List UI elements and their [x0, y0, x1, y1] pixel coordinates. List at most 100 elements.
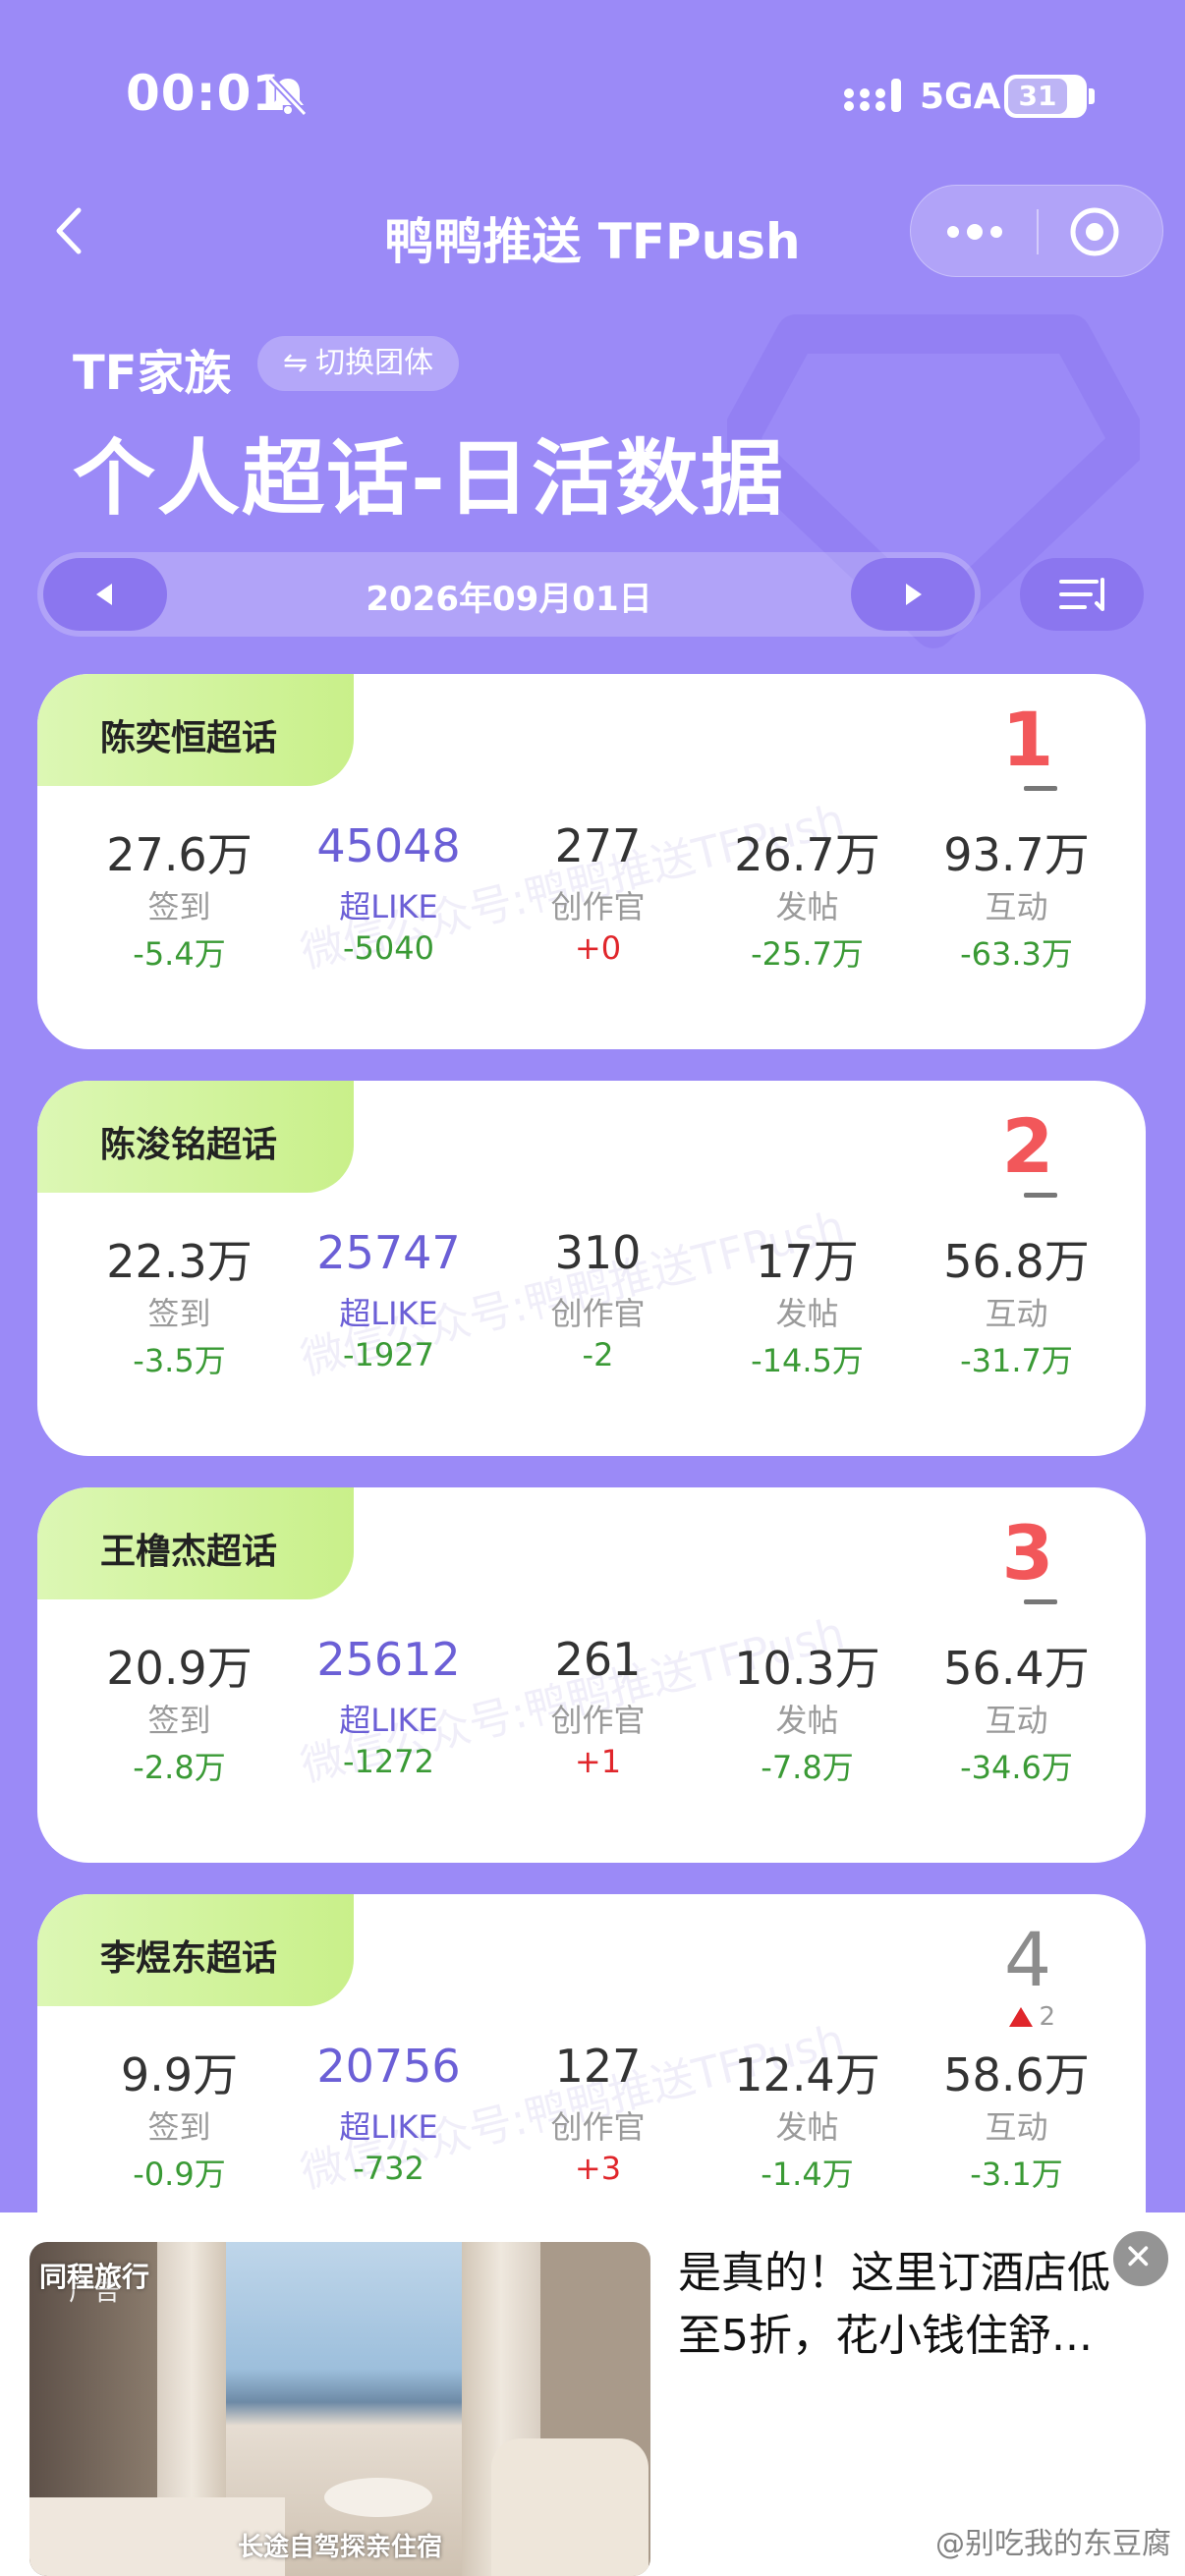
ad-banner[interactable]: 广告 同程旅行 长途自驾探亲住宿 是真的！这里订酒店低至5折，花小钱住舒... …	[0, 2212, 1185, 2576]
swap-icon: ⇋	[283, 346, 309, 380]
stat-label: 签到	[147, 1702, 211, 1739]
stat-item: 10.3万发帖 -7.8万	[703, 1633, 912, 1788]
stat-label: 发帖	[775, 888, 839, 925]
rank-unchanged-icon	[1024, 786, 1057, 791]
stat-value: 56.8万	[943, 1235, 1090, 1288]
stat-item: 127 创作官 +3	[493, 2040, 703, 2195]
stat-item: 58.6万 互动 -3.1万	[912, 2040, 1121, 2195]
stat-item: 17万发帖 -14.5万	[703, 1226, 912, 1381]
battery-level: 31	[1008, 79, 1067, 114]
stat-label: 互动	[985, 888, 1048, 925]
target-close-icon[interactable]	[1068, 205, 1121, 258]
current-date[interactable]: 2026年09月01日	[37, 572, 981, 620]
stat-value: 25612	[316, 1633, 461, 1686]
stat-value: 10.3万	[734, 1642, 880, 1695]
stat-item: 56.8万 互动 -31.7万	[912, 1226, 1121, 1381]
stat-delta: +3	[574, 2150, 622, 2187]
stat-item: 56.4万 互动 -34.6万	[912, 1633, 1121, 1788]
stat-delta: -3.5万	[133, 1342, 226, 1379]
sort-button[interactable]	[1020, 558, 1144, 631]
stat-item: 25612 超LIKE -1272	[284, 1633, 493, 1788]
stats-row: 9.9万 签到 -0.9万 20756 超LIKE -732 127 创作官 +3 12.4万 发帖…	[37, 2040, 1146, 2195]
stat-value: 12.4万	[734, 2048, 880, 2101]
stat-item: 20756 超LIKE -732	[284, 2040, 493, 2195]
sort-icon	[1059, 578, 1104, 611]
rank-change: 2	[1009, 2002, 1055, 2032]
stat-item: 25747 超LIKE -1927	[284, 1226, 493, 1381]
rank-number: 4	[1003, 1916, 1052, 2003]
stat-delta: -1927	[343, 1336, 434, 1373]
stat-delta: -5040	[343, 929, 434, 967]
weibo-watermark: @别吃我的东豆腐	[935, 2527, 1171, 2561]
stat-label: 互动	[985, 1702, 1048, 1739]
stat-label: 超LIKE	[339, 2108, 438, 2146]
stat-delta: -7.8万	[761, 1749, 854, 1786]
family-name: TF家族	[73, 346, 232, 401]
stat-label: 签到	[147, 888, 211, 925]
stat-label: 超LIKE	[339, 1702, 438, 1739]
rank-unchanged-icon	[1024, 1193, 1057, 1198]
stat-value: 27.6万	[106, 828, 253, 881]
stat-delta: -63.3万	[960, 935, 1073, 973]
stat-delta: -25.7万	[751, 935, 864, 973]
card-title-tag: 李煜东超话	[37, 1894, 354, 2006]
rank-number: 3	[1001, 1509, 1054, 1596]
stat-item: 22.3万 签到 -3.5万	[75, 1226, 284, 1381]
stat-label: 创作官	[550, 2108, 646, 2146]
status-bar: 00:01 5GA 31	[0, 0, 1185, 196]
ad-brand: 同程旅行	[39, 2261, 150, 2293]
stat-value: 261	[554, 1633, 642, 1686]
super-topic-card[interactable]: 微信公众号:鸭鸭推送TFPush 陈奕恒超话 1 27.6万 签到 -5.4万 45048 超…	[37, 674, 1146, 1049]
card-title: 陈浚铭超话	[100, 1125, 278, 1165]
stat-delta: -0.9万	[133, 2156, 226, 2193]
card-title: 李煜东超话	[100, 1938, 278, 1979]
stat-label: 发帖	[775, 1295, 839, 1332]
stat-delta: -14.5万	[751, 1342, 864, 1379]
stat-delta: -1.4万	[761, 2156, 854, 2193]
stat-value: 17万	[756, 1235, 859, 1288]
stat-delta: +1	[574, 1743, 622, 1780]
stat-value: 127	[554, 2040, 642, 2093]
rank-up-icon	[1009, 2007, 1034, 2027]
stat-label: 签到	[147, 1295, 211, 1332]
stat-label: 发帖	[775, 2108, 839, 2146]
network-type: 5GA	[920, 77, 1001, 117]
ad-caption: 长途自驾探亲住宿	[237, 2533, 442, 2562]
date-selector: 2026年09月01日	[37, 552, 981, 637]
mini-program-capsule	[910, 185, 1163, 277]
page-title: 个人超话-日活数据	[73, 430, 785, 527]
status-time: 00:01	[126, 65, 288, 122]
next-day-button[interactable]	[851, 558, 975, 631]
stat-value: 58.6万	[943, 2048, 1090, 2101]
switch-group-label: 切换团体	[315, 346, 434, 380]
more-dots-icon[interactable]	[940, 211, 1009, 252]
stat-label: 超LIKE	[339, 1295, 438, 1332]
stat-item: 277 创作官 +0	[493, 819, 703, 975]
stat-item: 27.6万 签到 -5.4万	[75, 819, 284, 975]
card-title-tag: 王橹杰超话	[37, 1487, 354, 1599]
stat-label: 创作官	[550, 1295, 646, 1332]
ad-image[interactable]: 广告 同程旅行 长途自驾探亲住宿	[29, 2242, 650, 2576]
stat-item: 261 创作官 +1	[493, 1633, 703, 1788]
rank-unchanged-icon	[1024, 1599, 1057, 1604]
stat-label: 创作官	[550, 888, 646, 925]
stat-label: 签到	[147, 2108, 211, 2146]
stat-item: 45048 超LIKE -5040	[284, 819, 493, 975]
stat-delta: -732	[353, 2150, 424, 2187]
stat-item: 26.7万 发帖 -25.7万	[703, 819, 912, 975]
stat-label: 创作官	[550, 1702, 646, 1739]
stats-row: 22.3万 签到 -3.5万 25747 超LIKE -1927 310 创作官 -2 17万 发帖…	[37, 1226, 1146, 1381]
stat-value: 9.9万	[120, 2048, 239, 2101]
stat-delta: -3.1万	[970, 2156, 1063, 2193]
card-title-tag: 陈浚铭超话	[37, 1081, 354, 1193]
ad-close-icon[interactable]	[1110, 2228, 1171, 2289]
switch-group-button[interactable]: ⇋ 切换团体	[257, 336, 460, 391]
super-topic-card[interactable]: 微信公众号:鸭鸭推送TFPush 陈浚铭超话 2 22.3万 签到 -3.5万 25747 超…	[37, 1081, 1146, 1456]
ad-headline[interactable]: 是真的！这里订酒店低至5折，花小钱住舒...	[678, 2242, 1150, 2368]
super-topic-card[interactable]: 微信公众号:鸭鸭推送TFPush 王橹杰超话 3 20.9万 签到 -2.8万 25612 超…	[37, 1487, 1146, 1863]
stat-delta: -2.8万	[133, 1749, 226, 1786]
stat-label: 超LIKE	[339, 888, 438, 925]
card-title: 陈奕恒超话	[100, 718, 278, 758]
stat-label: 发帖	[775, 1702, 839, 1739]
stat-item: 93.7万 互动 -63.3万	[912, 819, 1121, 975]
